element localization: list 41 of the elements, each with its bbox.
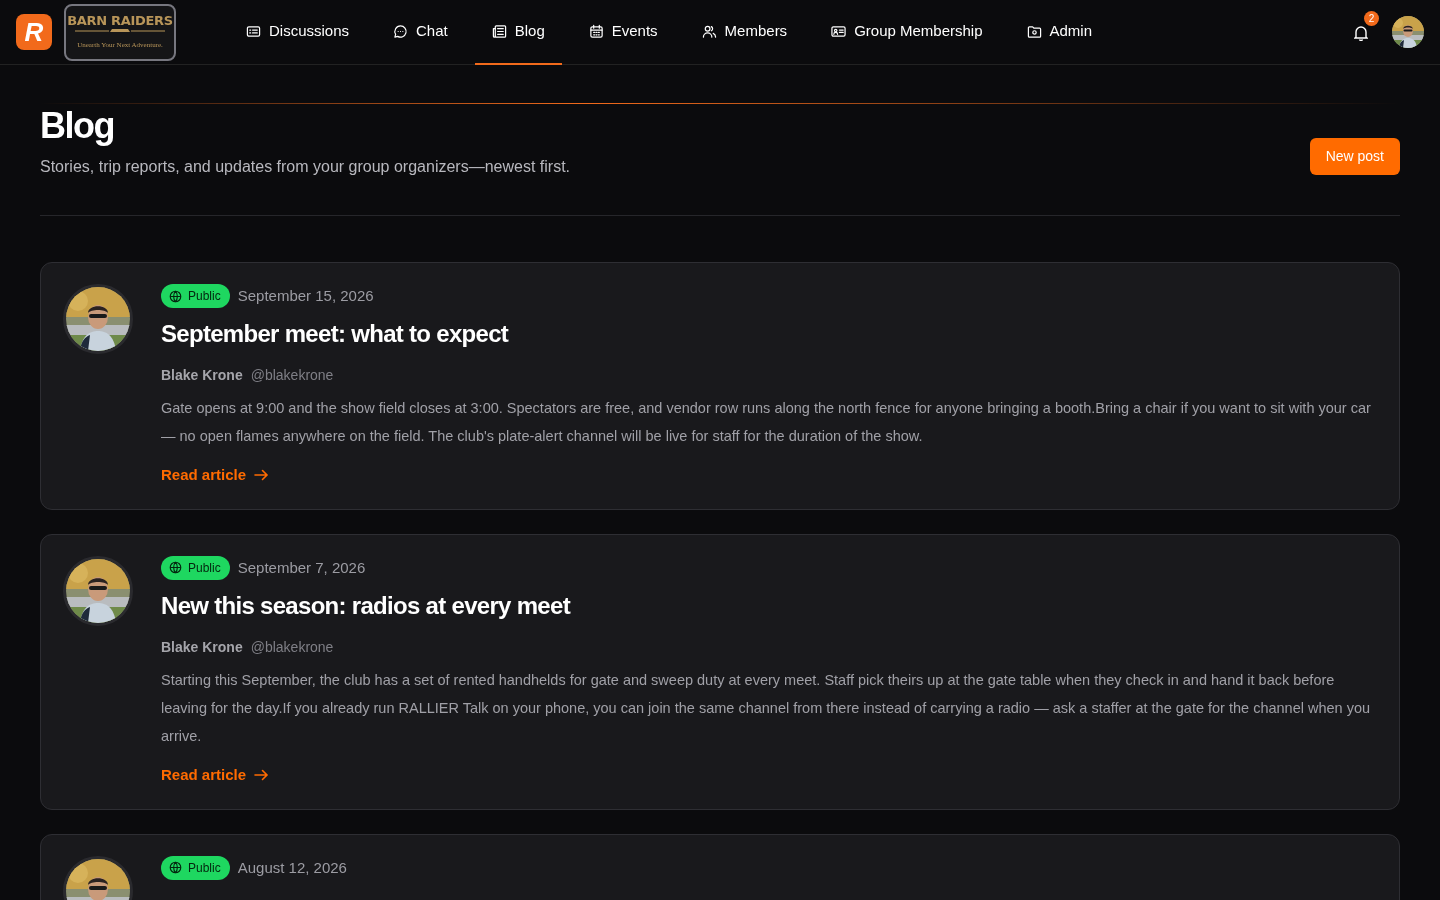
visibility-badge: Public [161,284,230,309]
brand-name: BARN RAIDERS [67,13,173,28]
globe-icon [169,561,182,575]
read-article-link[interactable]: Read article [161,763,270,787]
list-icon [246,23,261,39]
post-date: September 15, 2026 [237,285,374,306]
arrow-right-icon [254,769,270,782]
notification-bell-icon[interactable] [1354,24,1368,41]
newspaper-icon [491,23,507,39]
page-title: Blog [40,104,115,148]
people-icon [701,23,717,39]
author-handle: @blakekrone [250,366,334,385]
post-title[interactable]: New this season: radios at every meet [161,592,1377,621]
globe-icon [169,289,182,303]
page-subtitle: Stories, trip reports, and updates from your group organizers—newest first. [40,157,570,178]
nav-tab[interactable]: Group Membership [814,0,1000,65]
calendar-icon [588,23,604,39]
nav-tab[interactable]: Chat [376,0,465,65]
notification-count: 2 [1364,11,1379,26]
author-handle: @blakekrone [250,637,334,657]
post-excerpt: Gate opens at 9:00 and the show field closes at 3:00. Spectators are free, and vendor row runs along the north fence for anyone bringing a booth.Bring a chair if you want to sit with your car — no open flames anywhere on the field. The club's plate-alert channel will be live for staff for the duration of the show. [161,399,1372,446]
visibility-badge: Public [161,855,230,880]
nav-tab[interactable]: Members [684,0,805,65]
arrow-right-icon [254,469,270,482]
nav-tab[interactable]: Admin [1009,0,1110,65]
nav-tab[interactable]: Events [571,0,675,65]
author-name: Blake Krone [161,366,243,385]
read-article-link[interactable]: Read article [161,464,270,487]
post-excerpt: Starting this September, the club has a set of rented handhelds for gate and sweep duty at every meet. Staff pick theirs up at the gate table when they check in and hand it back before leaving for the day.If you already run RALLIER Talk on your phone, you can join the same channel from there instead of carrying a radio — ask a staffer at the gate for the channel when you arrive. [161,670,1372,746]
post-title[interactable]: September meet: what to expect [161,320,1377,349]
folder-icon [1026,23,1042,39]
chat-bubble-icon [393,23,409,39]
visibility-badge: Public [161,556,230,580]
nav-tab[interactable]: Discussions [229,0,367,65]
globe-icon [169,861,182,875]
id-card-icon [831,23,847,39]
post-date: September 7, 2026 [237,557,366,578]
nav-tab[interactable]: Blog [474,0,562,65]
car-emblem-icon [75,27,165,34]
author-name: Blake Krone [161,637,243,657]
post-date: August 12, 2026 [237,857,347,878]
